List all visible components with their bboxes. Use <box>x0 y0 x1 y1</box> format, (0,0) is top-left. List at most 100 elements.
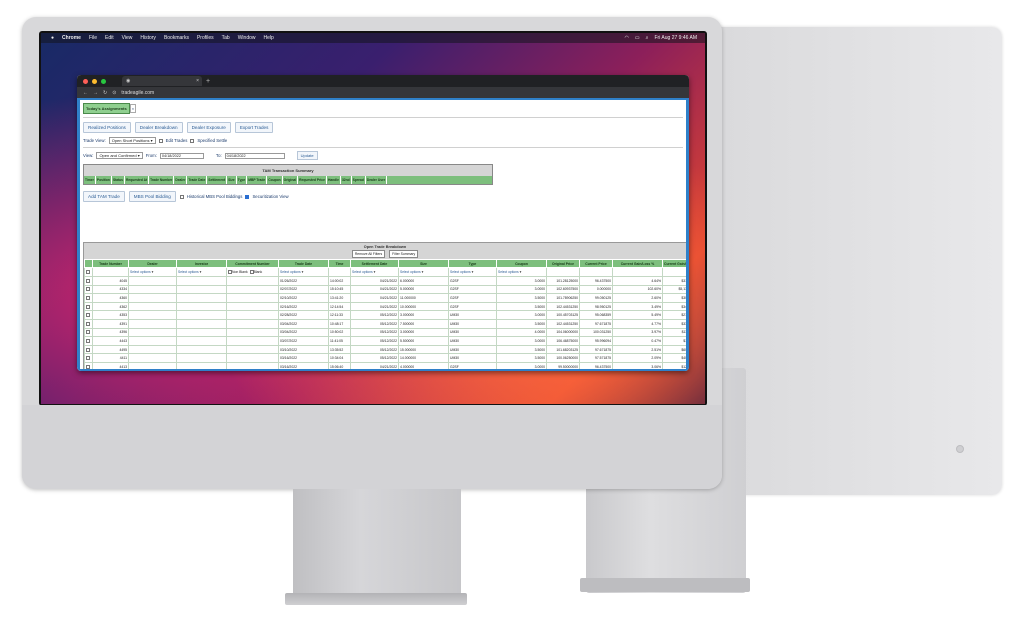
summary-header-cell[interactable]: Trade Date <box>187 176 208 184</box>
grid-header-cell[interactable]: Coupon <box>496 259 547 268</box>
grid-header-cell[interactable]: Trade Date <box>278 259 329 268</box>
remove-all-filters-button[interactable]: Remove All Filters <box>351 250 386 258</box>
summary-header-cell[interactable]: Requested At <box>125 176 150 184</box>
historical-checkbox[interactable] <box>179 194 184 199</box>
dealer-exposure-button[interactable]: Dealer Exposure <box>186 122 231 133</box>
menubar-app[interactable]: Chrome <box>62 33 81 43</box>
menubar-clock[interactable]: Fri Aug 27 9:46 AM <box>654 33 697 43</box>
grid-header-cell[interactable]: Trade Number <box>92 259 129 268</box>
update-button[interactable]: Update <box>296 151 318 160</box>
menu-help[interactable]: Help <box>264 33 274 43</box>
grid-header-cell[interactable]: Dealer <box>128 259 177 268</box>
grid-header-cell[interactable]: Commitment Number <box>226 259 279 268</box>
forward-icon[interactable]: → <box>93 90 98 96</box>
grid-header-cell[interactable] <box>84 259 93 268</box>
menu-bookmarks[interactable]: Bookmarks <box>164 33 189 43</box>
table-row[interactable]: 4353 02/28/2022 12:11:33 05/12/2022 3.000000… <box>84 310 686 320</box>
row-checkbox[interactable] <box>86 278 90 283</box>
filter-select[interactable]: Select options <box>352 270 375 274</box>
add-tam-trade-button[interactable]: Add TAM Trade <box>83 191 125 202</box>
row-checkbox[interactable] <box>86 364 90 369</box>
search-icon[interactable]: ⌕ <box>646 33 649 43</box>
specified-settle-checkbox[interactable] <box>190 138 195 143</box>
grid-header-cell[interactable]: Investor <box>176 259 227 268</box>
table-row[interactable]: 4334 02/07/2022 15:10:45 04/21/2022 5.000000… <box>84 284 686 295</box>
summary-header-cell[interactable]: Trade Number <box>149 176 175 184</box>
summary-header-cell[interactable]: Position <box>96 176 112 184</box>
table-row[interactable]: 4396 03/04/2022 10:50:02 05/12/2022 3.000000… <box>84 327 686 338</box>
from-date-input[interactable]: 04/18/2022 <box>159 152 204 159</box>
filter-select[interactable]: Select options <box>280 270 303 274</box>
grid-header-cell[interactable]: Size <box>398 259 449 268</box>
to-date-input[interactable]: 04/18/2022 <box>224 152 285 159</box>
grid-header-cell[interactable]: Current Gain/Loss % <box>612 259 663 268</box>
filter-select[interactable]: Select options <box>450 270 473 274</box>
url-field[interactable]: tradeagile.com <box>121 90 154 96</box>
battery-icon[interactable]: ▭ <box>635 33 640 43</box>
summary-header-cell[interactable]: Status <box>112 176 126 184</box>
grid-header-cell[interactable]: Original Price <box>546 259 580 268</box>
table-row[interactable]: 4443 03/07/2022 11:41:05 05/12/2022 5.500000… <box>84 336 686 346</box>
table-row[interactable]: 4495 03/10/2022 13:35:52 05/12/2022 15.00000… <box>84 344 686 355</box>
row-checkbox[interactable] <box>86 347 90 352</box>
menu-edit[interactable]: Edit <box>105 33 114 43</box>
site-info-icon[interactable]: ⊙ <box>112 90 116 96</box>
summary-header-cell[interactable]: Original <box>283 176 299 184</box>
grid-header-cell[interactable]: Current Gain/L <box>662 259 686 268</box>
maximize-window-icon[interactable] <box>101 78 106 84</box>
menu-history[interactable]: History <box>140 33 156 43</box>
table-row[interactable]: 4360 02/10/2022 13:41:20 04/21/2022 11.00000… <box>84 293 686 303</box>
summary-header-cell[interactable]: Requested Price <box>298 176 327 184</box>
summary-header-cell[interactable]: Dealer <box>174 176 188 184</box>
filter-select[interactable]: Select options <box>130 270 153 274</box>
grid-header-cell[interactable]: Settlement Date <box>350 259 399 268</box>
summary-header-cell[interactable]: Coupon <box>267 176 283 184</box>
summary-header-cell[interactable]: Spread <box>352 176 366 184</box>
row-checkbox[interactable] <box>86 339 90 343</box>
filter-select[interactable]: Select options <box>400 270 423 274</box>
tab-close-icon[interactable]: × <box>196 76 202 86</box>
mbs-pool-bidding-button[interactable]: MBS Pool Bidding <box>128 191 176 202</box>
grid-header-cell[interactable]: Type <box>448 259 497 268</box>
summary-header-cell[interactable]: Settlement <box>207 176 228 184</box>
grid-header-cell[interactable]: Current Price <box>579 259 613 268</box>
grid-header-cell[interactable]: Time <box>328 259 351 268</box>
summary-header-cell[interactable]: MBP Trade <box>247 176 268 184</box>
table-row[interactable]: 4362 02/16/2022 12:14:54 04/21/2022 10.00000… <box>84 301 686 312</box>
minimize-window-icon[interactable] <box>92 78 97 84</box>
menu-view[interactable]: View <box>122 33 133 43</box>
menu-file[interactable]: File <box>89 33 97 43</box>
filter-summary-button[interactable]: Filter Summary <box>389 250 419 258</box>
filter-select[interactable]: Select options <box>498 270 521 274</box>
view-select[interactable]: Open and Confirmed ▾ <box>96 152 143 159</box>
table-row[interactable]: 4413 03/16/2022 15:06:40 04/21/2022 4.000000… <box>84 361 686 369</box>
summary-header-cell[interactable]: Type <box>237 176 248 184</box>
row-checkbox[interactable] <box>86 321 90 326</box>
realized-positions-button[interactable]: Realized Positions <box>83 122 131 133</box>
summary-header-cell[interactable]: Size <box>227 176 237 184</box>
assignments-close-icon[interactable]: × <box>129 104 137 113</box>
securitization-checkbox[interactable] <box>245 194 250 199</box>
row-checkbox[interactable] <box>86 287 90 292</box>
summary-header-cell[interactable]: Handle <box>327 176 341 184</box>
row-checkbox[interactable] <box>86 356 90 361</box>
table-row[interactable]: 4391 03/04/2022 10:48:17 05/12/2022 7.500000… <box>84 318 686 329</box>
reload-icon[interactable]: ↻ <box>103 90 107 96</box>
select-all-checkbox[interactable] <box>86 270 90 275</box>
table-row[interactable]: 4411 03/16/2022 10:34:04 05/12/2022 14.00000… <box>84 353 686 363</box>
edit-trades-checkbox[interactable] <box>158 138 163 143</box>
back-icon[interactable]: ← <box>83 90 88 96</box>
apple-icon[interactable]: ● <box>51 33 54 43</box>
trade-view-select[interactable]: Open Short Positions ▾ <box>108 137 156 144</box>
row-checkbox[interactable] <box>86 313 90 318</box>
filter-select[interactable]: Select options <box>178 270 201 274</box>
menu-window[interactable]: Window <box>238 33 256 43</box>
summary-header-cell[interactable]: Timer <box>84 176 96 184</box>
menu-profiles[interactable]: Profiles <box>197 33 214 43</box>
new-tab-icon[interactable]: + <box>206 78 210 85</box>
summary-header-cell[interactable]: 32nd <box>341 176 352 184</box>
dealer-breakdown-button[interactable]: Dealer Breakdown <box>134 122 183 133</box>
wifi-icon[interactable]: ◠ <box>625 33 629 43</box>
row-checkbox[interactable] <box>86 330 90 335</box>
summary-header-cell[interactable]: Dealer User <box>366 176 388 184</box>
